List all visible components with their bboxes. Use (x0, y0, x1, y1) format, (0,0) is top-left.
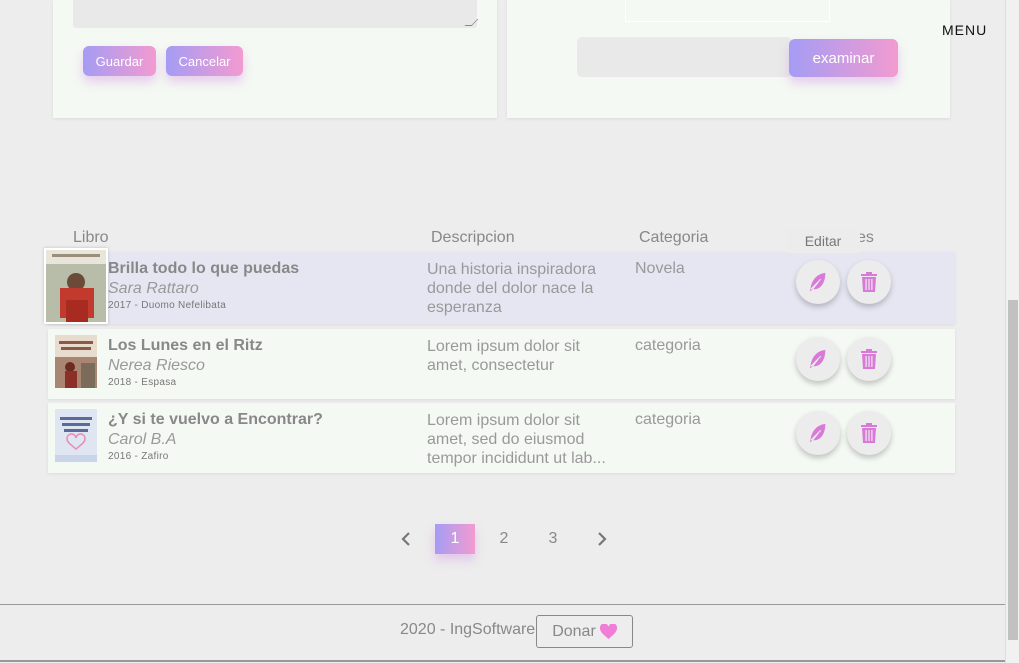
book-cover-art (55, 335, 97, 388)
book-author: Sara Rattaro (108, 280, 199, 297)
book-title: Brilla todo lo que puedas (108, 260, 300, 277)
menu-button[interactable]: MENU (942, 22, 987, 38)
footer-copyright: 2020 - IngSoftware (400, 621, 536, 638)
book-meta: 2018 - Espasa (108, 377, 177, 388)
book-title: Los Lunes en el Ritz (108, 337, 263, 354)
next-page-button[interactable] (582, 524, 622, 554)
browse-button[interactable]: examinar (789, 39, 898, 77)
trash-icon (861, 423, 877, 443)
image-upload-card: examinar (507, 0, 950, 118)
donate-label: Donar (552, 622, 596, 640)
column-header-description: Descripcion (431, 229, 515, 246)
cancel-button[interactable]: Cancelar (166, 46, 243, 76)
book-meta: 2016 - Zafiro (108, 451, 169, 462)
resize-handle-icon[interactable] (464, 19, 479, 26)
description-textarea[interactable] (73, 0, 479, 28)
book-author: Nerea Riesco (108, 357, 205, 374)
image-preview (625, 0, 830, 22)
book-category: Novela (635, 260, 685, 277)
delete-button[interactable] (847, 411, 891, 455)
edit-button[interactable] (796, 337, 840, 381)
book-description: Lorem ipsum dolor sit amet, sed do eiusm… (427, 412, 606, 467)
prev-page-button[interactable] (386, 524, 426, 554)
page-3-button[interactable]: 3 (533, 524, 573, 554)
book-description: Lorem ipsum dolor sit amet, consectetur (427, 338, 580, 374)
table-row[interactable]: Los Lunes en el Ritz Nerea Riesco 2018 -… (48, 329, 955, 399)
page-2-button[interactable]: 2 (484, 524, 524, 554)
chevron-left-icon (401, 532, 410, 546)
table-row[interactable]: ¿Y si te vuelvo a Encontrar? Carol B.A 2… (48, 403, 955, 473)
page-1-button[interactable]: 1 (435, 524, 475, 554)
table-row[interactable]: Brilla todo lo que puedas Sara Rattaro 2… (44, 248, 955, 324)
chevron-right-icon (598, 532, 607, 546)
heart-icon (599, 624, 617, 639)
book-author: Carol B.A (108, 431, 177, 448)
book-category: categoria (635, 337, 701, 354)
column-header-category: Categoria (639, 229, 709, 246)
edit-button[interactable] (796, 260, 840, 304)
book-cover (44, 248, 108, 324)
footer-bottom-border (0, 660, 1005, 662)
footer-divider (0, 604, 1005, 605)
delete-button[interactable] (847, 337, 891, 381)
book-title: ¿Y si te vuelvo a Encontrar? (108, 411, 323, 428)
edit-tooltip: Editar (786, 228, 860, 253)
edit-button[interactable] (796, 411, 840, 455)
book-meta: 2017 - Duomo Nefelibata (108, 300, 227, 311)
book-cover-art (46, 250, 106, 322)
trash-icon (861, 272, 877, 292)
book-description: Una historia inspiradora donde del dolor… (427, 261, 596, 316)
book-category: categoria (635, 411, 701, 428)
scroll-thumb[interactable] (1008, 300, 1018, 640)
scrollbar[interactable] (1005, 0, 1019, 663)
feather-icon (809, 272, 826, 292)
book-cover-art (55, 409, 97, 462)
trash-icon (861, 349, 877, 369)
book-cover (55, 409, 97, 462)
feather-icon (809, 423, 826, 443)
delete-button[interactable] (847, 260, 891, 304)
feather-icon (809, 349, 826, 369)
edit-form-card: Guardar Cancelar (53, 0, 497, 118)
column-header-book: Libro (73, 229, 109, 246)
book-cover (55, 335, 97, 388)
donate-button[interactable]: Donar (536, 615, 633, 648)
file-path-input[interactable] (577, 37, 792, 77)
save-button[interactable]: Guardar (83, 46, 156, 76)
